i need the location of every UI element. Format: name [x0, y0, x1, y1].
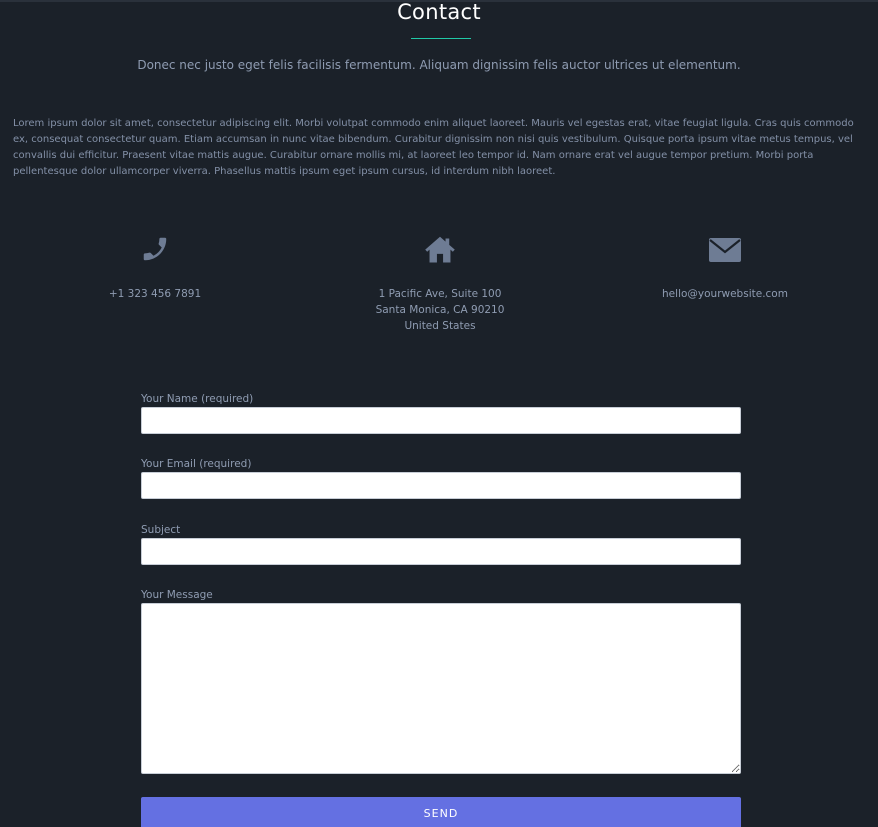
address-line-2: Santa Monica, CA 90210: [375, 304, 505, 316]
message-label: Your Message: [141, 589, 213, 601]
envelope-icon: [709, 238, 741, 262]
phone-icon: [143, 237, 167, 261]
name-label: Your Name (required): [141, 393, 254, 405]
name-field[interactable]: [141, 407, 741, 434]
email-address[interactable]: hello@yourwebsite.com: [625, 286, 825, 302]
address-line-3: United States: [404, 320, 476, 332]
contact-page: Contact Donec nec justo eget felis facil…: [0, 0, 878, 827]
page-subtitle: Donec nec justo eget felis facilisis fer…: [137, 58, 741, 72]
home-icon: [425, 236, 455, 263]
intro-paragraph: Lorem ipsum dolor sit amet, consectetur …: [13, 118, 854, 177]
send-button[interactable]: SEND: [141, 797, 741, 827]
email-field[interactable]: [141, 472, 741, 499]
contact-address-block: 1 Pacific Ave, Suite 100 Santa Monica, C…: [340, 234, 540, 334]
email-label: Your Email (required): [141, 458, 252, 470]
address-line-1: 1 Pacific Ave, Suite 100: [378, 288, 502, 300]
subject-label: Subject: [141, 524, 181, 536]
contact-email-block: hello@yourwebsite.com: [625, 234, 825, 302]
subject-field[interactable]: [141, 538, 741, 565]
contact-phone-block: +1 323 456 7891: [55, 234, 255, 302]
title-underline: [411, 38, 471, 39]
message-field[interactable]: [141, 603, 741, 774]
phone-number[interactable]: +1 323 456 7891: [55, 286, 255, 302]
page-title: Contact: [397, 0, 481, 24]
